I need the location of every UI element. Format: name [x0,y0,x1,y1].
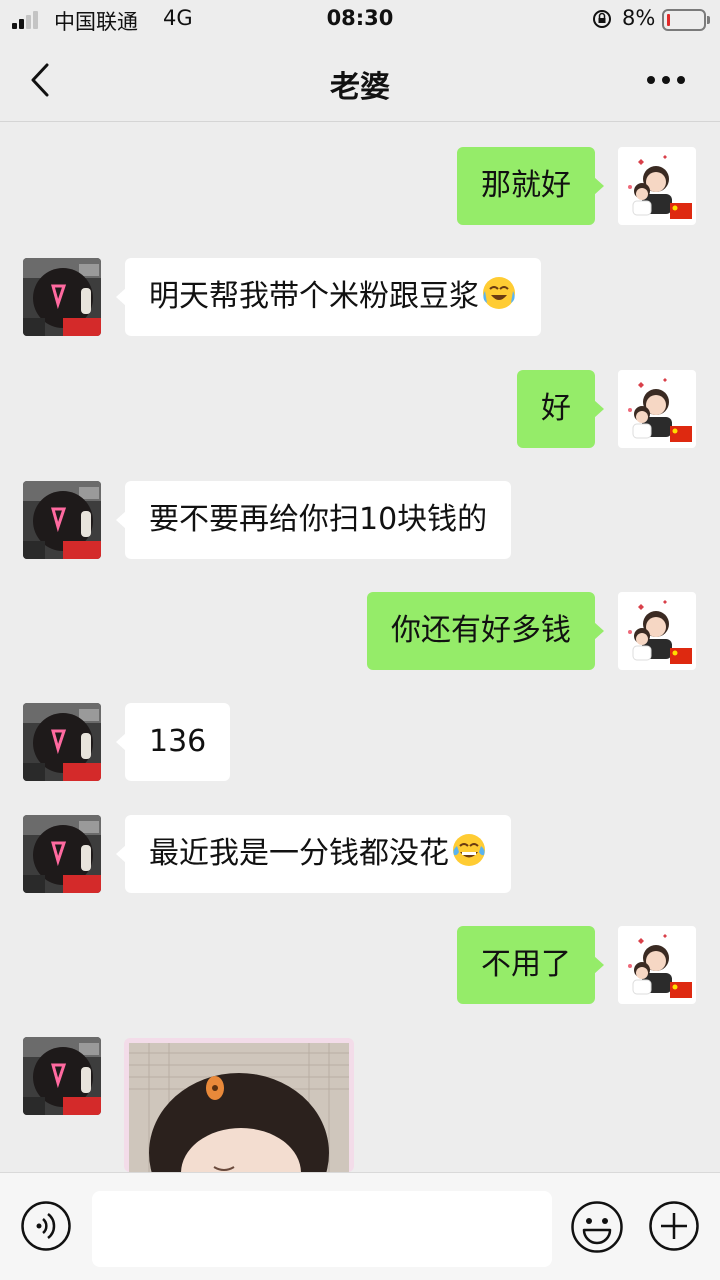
emoji-icon[interactable] [570,1200,624,1254]
status-time: 08:30 [326,6,394,30]
message-incoming: 明天帮我带个米粉跟豆浆 [0,258,720,336]
message-text: 明天帮我带个米粉跟豆浆 [149,279,479,314]
message-bubble[interactable]: 明天帮我带个米粉跟豆浆 [116,258,541,336]
message-bubble[interactable]: 你还有好多钱 [367,592,604,670]
contact-avatar[interactable] [23,703,101,781]
voice-icon[interactable] [20,1200,72,1252]
message-outgoing: 那就好 [0,147,720,225]
crying-laughing-emoji-icon [483,277,515,309]
baby-photo-image [129,1043,349,1172]
battery-icon [662,9,710,31]
message-incoming: 要不要再给你扫10块钱的 [0,481,720,559]
message-bubble[interactable]: 那就好 [457,147,604,225]
image-message[interactable] [124,1038,354,1172]
message-input[interactable] [92,1191,552,1267]
my-avatar[interactable] [618,592,696,670]
message-incoming: 136 [0,703,720,781]
more-options-button[interactable] [636,60,696,100]
message-bubble[interactable]: 136 [115,703,231,781]
message-incoming: 最近我是一分钱都没花 [0,815,720,893]
chat-input-bar [0,1172,720,1280]
message-outgoing: 好 [0,370,720,448]
contact-avatar[interactable] [23,258,101,336]
message-incoming-image [0,1037,720,1115]
message-bubble[interactable]: 不用了 [457,926,604,1004]
my-avatar[interactable] [618,370,696,448]
message-bubble[interactable]: 好 [517,370,604,448]
more-dots-icon [647,76,685,84]
my-avatar[interactable] [618,147,696,225]
contact-avatar[interactable] [23,481,101,559]
message-outgoing: 你还有好多钱 [0,592,720,670]
chat-header: 老婆 [0,40,720,122]
message-bubble[interactable]: 最近我是一分钱都没花 [116,815,511,893]
tears-of-joy-emoji-icon [453,834,485,866]
message-bubble[interactable]: 要不要再给你扫10块钱的 [115,481,512,559]
message-outgoing: 不用了 [0,926,720,1004]
status-bar: 中国联通 4G 08:30 8% [0,0,720,40]
contact-avatar[interactable] [23,1037,101,1115]
battery-percentage: 8% [622,6,656,30]
message-text: 最近我是一分钱都没花 [149,836,449,871]
chat-title: 老婆 [330,70,390,105]
plus-icon[interactable] [648,1200,700,1252]
contact-avatar[interactable] [23,815,101,893]
rotation-lock-icon [593,10,611,28]
battery-level-fill [667,14,670,26]
my-avatar[interactable] [618,926,696,1004]
